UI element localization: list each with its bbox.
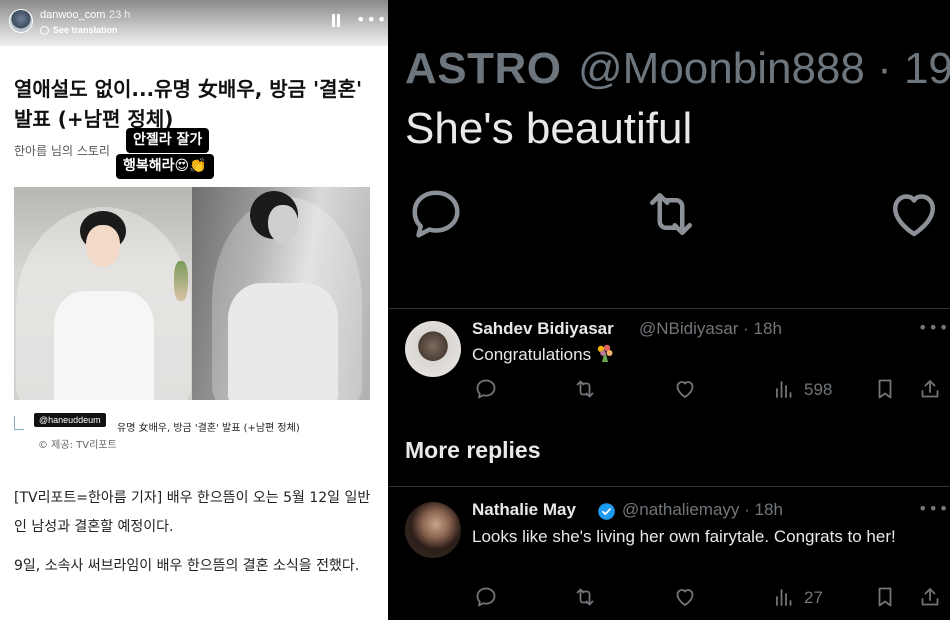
reply-author-name[interactable]: Sahdev Bidiyasar	[472, 319, 614, 339]
views-icon[interactable]	[772, 377, 796, 401]
story-panel: danwoo_com 23 h See translation ••• 열애설도…	[0, 0, 388, 620]
article-paragraph-2: 9일, 소속사 써브라임이 배우 한으뜸의 결혼 소식을 전했다.	[14, 558, 360, 574]
reply-icon[interactable]	[406, 184, 466, 244]
reply-text: Congratulations	[472, 342, 615, 367]
reply-author-name[interactable]: Nathalie May	[472, 500, 576, 520]
story-avatar[interactable]	[9, 9, 33, 33]
bouquet-emoji-icon	[597, 344, 613, 362]
face-shape	[268, 205, 298, 243]
bride-photo-monochrome	[192, 187, 370, 400]
see-translation-link[interactable]: See translation	[53, 25, 118, 35]
pause-icon[interactable]	[331, 14, 341, 27]
reply-text-content: Congratulations	[472, 345, 592, 364]
reply-author-handle[interactable]: @NBidiyasar · 18h	[639, 319, 782, 339]
more-options-icon[interactable]: •••	[918, 499, 949, 518]
views-icon[interactable]	[772, 585, 796, 609]
zoomed-tweet: ASTRO @Moonbin888 · 19 She's beautiful	[388, 0, 950, 290]
story-header: danwoo_com 23 h See translation •••	[0, 0, 388, 46]
mention-sticker[interactable]: @haneuddeum	[34, 413, 106, 427]
caption-corner-mark	[14, 416, 24, 430]
zoomed-tweet-text: She's beautiful	[405, 104, 693, 153]
bookmark-icon[interactable]	[873, 585, 897, 609]
photo-credit: © 제공: TV리포트	[38, 440, 117, 451]
divider	[388, 486, 950, 487]
views-count: 598	[804, 380, 833, 399]
bouquet-shape	[174, 261, 188, 301]
story-timestamp: 23 h	[109, 9, 131, 21]
sticker-line-2: 행복해라😍👏	[116, 154, 214, 179]
avatar[interactable]	[405, 321, 461, 377]
repost-icon[interactable]	[573, 377, 597, 401]
divider	[388, 308, 950, 309]
avatar[interactable]	[405, 502, 461, 558]
reply-text: Looks like she's living her own fairytal…	[472, 527, 896, 546]
share-icon[interactable]	[918, 377, 942, 401]
reply-icon[interactable]	[474, 585, 498, 609]
views-count: 27	[804, 588, 823, 607]
sticker-line-1: 안젤라 잘가	[126, 128, 210, 153]
story-username[interactable]: danwoo_com	[40, 9, 105, 21]
dress-shape	[228, 283, 338, 400]
face-shape	[86, 225, 120, 267]
heart-icon[interactable]	[673, 585, 697, 609]
zoomed-author-handle[interactable]: @Moonbin888 · 19	[578, 44, 950, 94]
globe-icon	[40, 26, 49, 35]
article-paragraph-1: [TV리포트=한아름 기자] 배우 한으뜸이 오는 5월 12일 일반인 남성과…	[14, 490, 371, 535]
article-byline: 한아름 님의 스토리	[14, 144, 110, 158]
dress-shape	[54, 291, 154, 400]
reply-icon[interactable]	[474, 377, 498, 401]
bride-photo-color	[14, 187, 192, 400]
more-options-icon[interactable]: •••	[918, 318, 949, 337]
bookmark-icon[interactable]	[873, 377, 897, 401]
article-headline: 열애설도 없이...유명 女배우, 방금 '결혼' 발표 (+남편 정체)	[14, 77, 363, 131]
heart-icon[interactable]	[884, 184, 944, 244]
heart-icon[interactable]	[673, 377, 697, 401]
repost-icon[interactable]	[573, 585, 597, 609]
zoomed-author-name[interactable]: ASTRO	[405, 44, 562, 94]
photo-caption: 유명 女배우, 방금 '결혼' 발표 (+남편 정체)	[117, 423, 300, 434]
share-icon[interactable]	[918, 585, 942, 609]
more-options-icon[interactable]: •••	[356, 10, 387, 29]
verified-badge-icon	[598, 503, 615, 520]
repost-icon[interactable]	[641, 184, 701, 244]
reply-author-handle[interactable]: @nathaliemayy · 18h	[622, 500, 783, 520]
thread-panel: ASTRO @Moonbin888 · 19 She's beautiful S…	[388, 0, 950, 620]
more-replies-heading: More replies	[405, 437, 541, 463]
